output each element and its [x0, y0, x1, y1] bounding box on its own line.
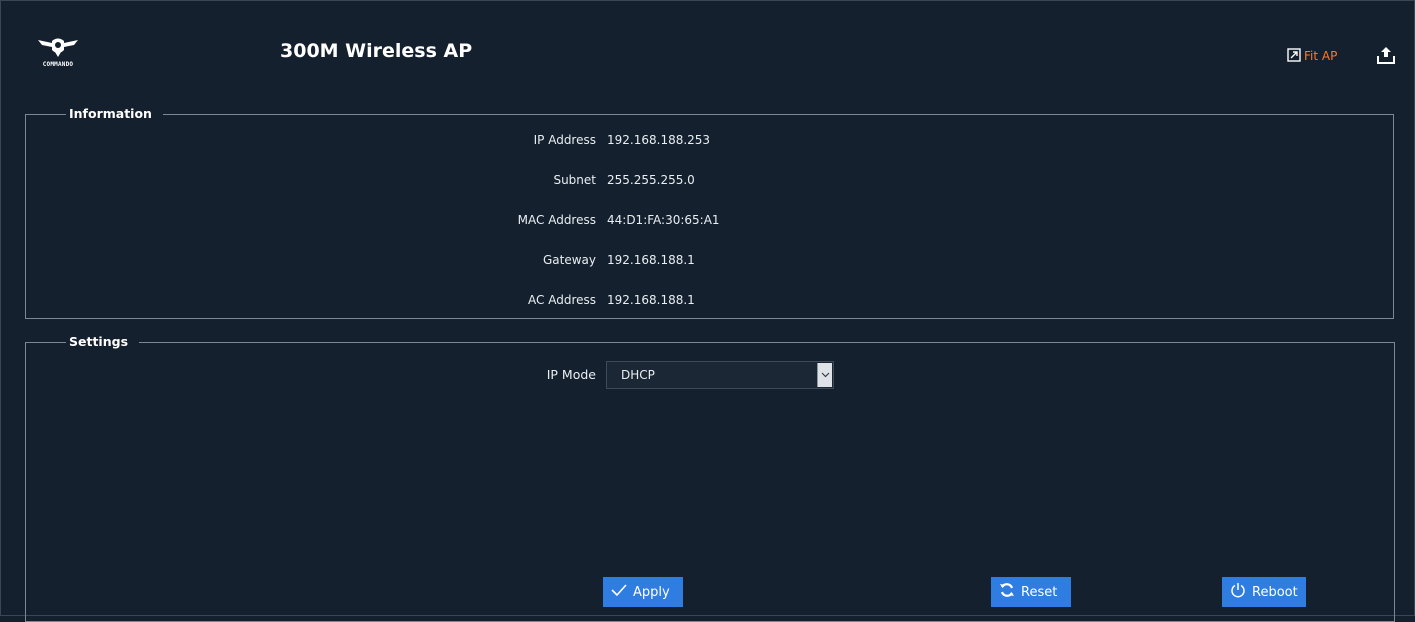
information-legend: Information — [66, 105, 163, 123]
commando-logo: COMMANDO — [36, 34, 80, 70]
ip-mode-select[interactable]: DHCP — [606, 361, 834, 389]
refresh-icon — [999, 582, 1015, 602]
page-title: 300M Wireless AP — [280, 40, 473, 62]
gateway-label: Gateway — [542, 253, 596, 267]
mac-address-label: MAC Address — [517, 213, 596, 227]
logo-text: COMMANDO — [42, 61, 74, 68]
info-row-ip: IP Address 192.168.188.253 — [0, 133, 710, 151]
settings-legend: Settings — [66, 333, 140, 351]
mac-address-value: 44:D1:FA:30:65:A1 — [607, 213, 720, 227]
reset-button[interactable]: Reset — [991, 577, 1071, 607]
gateway-value: 192.168.188.1 — [607, 253, 695, 267]
ip-mode-label: IP Mode — [546, 367, 596, 382]
fit-ap-link[interactable]: Fit AP — [1287, 47, 1337, 65]
apply-label: Apply — [633, 584, 670, 600]
apply-button[interactable]: Apply — [603, 577, 683, 607]
ip-address-value: 192.168.188.253 — [607, 133, 711, 147]
ac-address-label: AC Address — [528, 293, 596, 307]
info-row-gateway: Gateway 192.168.188.1 — [0, 253, 695, 271]
reset-label: Reset — [1021, 584, 1058, 600]
reboot-button[interactable]: Reboot — [1222, 577, 1306, 607]
chevron-down-icon[interactable] — [817, 363, 832, 387]
subnet-value: 255.255.255.0 — [607, 173, 695, 187]
ip-address-label: IP Address — [533, 133, 596, 147]
expand-icon — [1287, 47, 1301, 66]
ac-address-value: 192.168.188.1 — [607, 293, 695, 307]
ip-mode-value: DHCP — [621, 368, 655, 382]
check-icon — [611, 583, 627, 601]
info-row-ac: AC Address 192.168.188.1 — [0, 293, 695, 311]
upload-icon — [1375, 47, 1397, 70]
info-row-subnet: Subnet 255.255.255.0 — [0, 173, 694, 191]
fit-ap-label: Fit AP — [1304, 49, 1338, 63]
reboot-label: Reboot — [1252, 584, 1298, 600]
power-icon — [1230, 582, 1246, 602]
upload-button[interactable] — [1375, 44, 1397, 66]
subnet-label: Subnet — [553, 173, 596, 187]
info-row-mac: MAC Address 44:D1:FA:30:65:A1 — [0, 213, 720, 231]
